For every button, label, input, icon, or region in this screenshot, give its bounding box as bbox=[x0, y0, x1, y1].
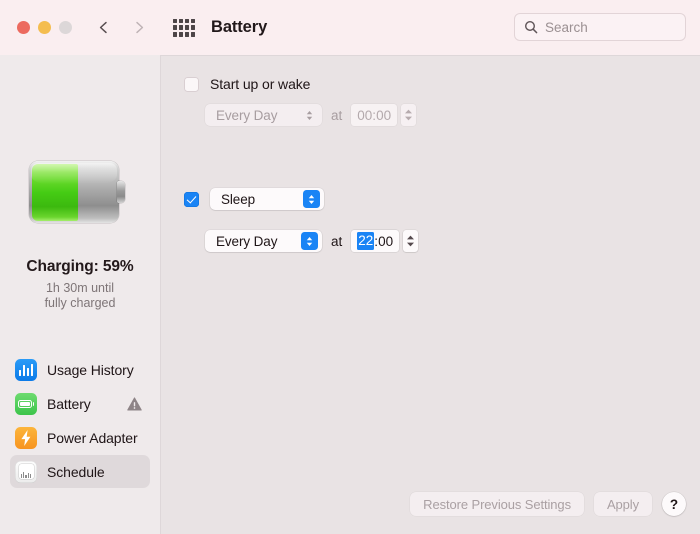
sidebar-item-power-adapter[interactable]: Power Adapter bbox=[10, 421, 150, 454]
sidebar-item-schedule[interactable]: Schedule bbox=[10, 455, 150, 488]
sleep-at-label: at bbox=[331, 233, 343, 249]
sidebar-item-label: Usage History bbox=[47, 361, 134, 378]
sleep-schedule-row: Every Day at 22 : 00 bbox=[205, 230, 419, 252]
forward-button[interactable] bbox=[133, 21, 146, 34]
startup-label: Start up or wake bbox=[210, 76, 311, 92]
sleep-action-value: Sleep bbox=[221, 191, 256, 207]
calendar-glyph bbox=[18, 464, 34, 479]
sleep-action-dropdown[interactable]: Sleep bbox=[210, 188, 324, 210]
battery-graphic bbox=[29, 161, 125, 223]
startup-checkbox[interactable] bbox=[184, 76, 199, 92]
sleep-time-field[interactable]: 22 : 00 bbox=[351, 230, 400, 252]
lightning-bolt-glyph bbox=[21, 429, 31, 446]
usage-history-icon bbox=[15, 358, 37, 381]
battery-icon bbox=[15, 392, 37, 415]
chevron-updown-icon bbox=[301, 106, 318, 124]
sidebar-list: Usage History Battery Power Adapter Sche… bbox=[10, 353, 150, 489]
warning-triangle-icon bbox=[127, 396, 142, 411]
startup-time-field[interactable]: 00 : 00 bbox=[351, 104, 398, 126]
battery-glyph-tip bbox=[32, 402, 35, 406]
sidebar-item-battery[interactable]: Battery bbox=[10, 387, 150, 420]
sleep-day-value: Every Day bbox=[216, 233, 278, 249]
stepper-up-icon[interactable] bbox=[404, 109, 413, 114]
sleep-checkbox[interactable] bbox=[184, 191, 199, 207]
sidebar-item-label: Battery bbox=[47, 395, 91, 412]
startup-day-dropdown[interactable]: Every Day bbox=[205, 104, 322, 126]
navigation-arrows bbox=[97, 21, 146, 34]
power-adapter-icon bbox=[15, 426, 37, 449]
search-field[interactable]: Search bbox=[514, 13, 686, 41]
preferences-window: Battery Search Charging: 59% 1h 30m unti… bbox=[0, 0, 700, 534]
charging-status: Charging: 59% bbox=[26, 258, 134, 275]
startup-time-stepper[interactable] bbox=[401, 104, 417, 126]
sidebar: Charging: 59% 1h 30m until fully charged… bbox=[0, 55, 160, 534]
apply-button[interactable]: Apply bbox=[593, 492, 652, 516]
page-title: Battery bbox=[211, 18, 268, 36]
sidebar-item-usage-history[interactable]: Usage History bbox=[10, 353, 150, 386]
chevron-left-icon bbox=[99, 21, 107, 34]
sleep-checkbox-row[interactable]: Sleep bbox=[184, 188, 324, 210]
bar-chart-glyph bbox=[19, 363, 33, 376]
chevron-updown-icon bbox=[301, 232, 318, 250]
stepper-down-icon[interactable] bbox=[406, 242, 415, 247]
restore-previous-settings-button[interactable]: Restore Previous Settings bbox=[410, 492, 584, 516]
startup-time-hour: 00 bbox=[357, 107, 373, 123]
battery-gloss bbox=[31, 163, 117, 184]
title-bar: Battery Search bbox=[0, 0, 700, 55]
startup-day-value: Every Day bbox=[216, 107, 278, 123]
show-all-grid-icon[interactable] bbox=[171, 18, 197, 38]
charging-time-remaining: 1h 30m until fully charged bbox=[0, 281, 160, 311]
chevron-right-icon bbox=[136, 21, 144, 34]
battery-terminal bbox=[117, 181, 125, 203]
zoom-button[interactable] bbox=[59, 21, 72, 34]
sleep-day-dropdown[interactable]: Every Day bbox=[205, 230, 322, 252]
stepper-down-icon[interactable] bbox=[404, 116, 413, 121]
battery-body bbox=[29, 161, 119, 223]
sidebar-item-label: Power Adapter bbox=[47, 429, 138, 446]
sleep-time-stepper[interactable] bbox=[403, 230, 419, 252]
help-button[interactable]: ? bbox=[662, 492, 686, 516]
battery-glyph bbox=[18, 399, 32, 408]
schedule-icon bbox=[15, 460, 37, 483]
startup-at-label: at bbox=[331, 107, 343, 123]
traffic-lights bbox=[17, 21, 72, 34]
close-button[interactable] bbox=[17, 21, 30, 34]
search-icon bbox=[524, 20, 538, 34]
startup-schedule-row: Every Day at 00 : 00 bbox=[205, 104, 417, 126]
sleep-time-hour[interactable]: 22 bbox=[357, 232, 375, 250]
calendar-ticks bbox=[21, 471, 31, 478]
chevron-updown-icon bbox=[303, 190, 320, 208]
charging-detail-line1: 1h 30m until bbox=[45, 281, 115, 295]
stepper-up-icon[interactable] bbox=[406, 235, 415, 240]
sleep-time-minute[interactable]: 00 bbox=[378, 234, 393, 249]
minimize-button[interactable] bbox=[38, 21, 51, 34]
startup-time-minute: 00 bbox=[376, 107, 392, 123]
back-button[interactable] bbox=[97, 21, 110, 34]
search-placeholder: Search bbox=[545, 19, 588, 35]
sidebar-item-label: Schedule bbox=[47, 463, 105, 480]
content-area: Start up or wake Every Day at 00 : 00 Sl… bbox=[161, 56, 700, 534]
footer-buttons: Restore Previous Settings Apply ? bbox=[410, 492, 686, 516]
charging-detail-line2: fully charged bbox=[44, 296, 116, 310]
startup-checkbox-row[interactable]: Start up or wake bbox=[184, 76, 310, 92]
